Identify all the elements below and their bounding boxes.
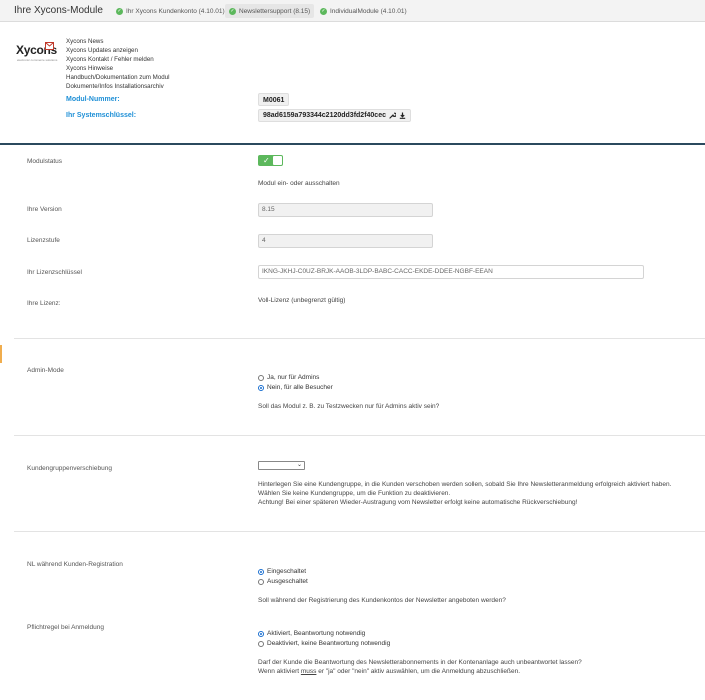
admin-mode-option-yes[interactable]: Ja, nur für Admins — [258, 374, 319, 381]
kundengruppe-help-1: Hinterlegen Sie eine Kundengruppe, in di… — [258, 481, 672, 488]
admin-mode-option-no[interactable]: Nein, für alle Besucher — [258, 384, 333, 391]
radio-button-selected[interactable] — [258, 568, 264, 575]
section-divider — [14, 531, 705, 532]
radio-label: Ja, nur für Admins — [267, 374, 320, 381]
pflichtregel-option-on[interactable]: Aktiviert, Beantwortung notwendig — [258, 630, 365, 637]
modulstatus-label: Modulstatus — [27, 158, 63, 165]
kundengruppe-help-3: Achtung! Bei einer späteren Wieder-Austr… — [258, 499, 578, 506]
radio-label: Aktiviert, Beantwortung notwendig — [267, 630, 366, 637]
lizenz-value: Voll-Lizenz (unbegrenzt gültig) — [258, 297, 346, 304]
section-marker — [0, 345, 2, 363]
tab-label: Newslettersupport (8.15) — [239, 7, 311, 15]
radio-button[interactable] — [258, 578, 264, 585]
chevron-down-icon: ⌄ — [296, 462, 302, 468]
check-circle-icon: ✓ — [229, 7, 236, 15]
lizenzstufe-label: Lizenzstufe — [27, 237, 60, 244]
tab-label: IndividualModule (4.10.01) — [330, 7, 407, 15]
system-key-label: Ihr Systemschlüssel: — [66, 112, 137, 119]
help-emphasis: muss — [300, 668, 317, 675]
system-key-value: 98ad6159a793344c2120dd3fd2f40cec — [258, 109, 411, 122]
radio-label: Nein, für alle Besucher — [267, 384, 333, 391]
nl-registration-label: NL während Kunden-Registration — [27, 561, 123, 568]
help-text: er "ja" oder "nein" aktiv auswählen, um … — [316, 668, 521, 675]
radio-button-selected[interactable] — [258, 630, 264, 637]
radio-label: Ausgeschaltet — [267, 578, 308, 585]
check-circle-icon: ✓ — [320, 7, 327, 15]
section-divider — [14, 338, 705, 339]
nl-registration-option-on[interactable]: Eingeschaltet — [258, 568, 306, 575]
admin-mode-label: Admin-Mode — [27, 367, 64, 374]
nl-registration-option-off[interactable]: Ausgeschaltet — [258, 578, 308, 585]
link-news[interactable]: Xycons News — [66, 37, 170, 46]
header-divider — [0, 143, 705, 145]
version-label: Ihre Version — [27, 206, 62, 213]
kundengruppe-label: Kundengruppenverschiebung — [27, 465, 112, 472]
radio-button[interactable] — [258, 374, 264, 381]
link-kontakt[interactable]: Xycons Kontakt / Fehler melden — [66, 55, 170, 64]
tab-label: Ihr Xycons Kundenkonto (4.10.01) — [126, 7, 225, 15]
nl-registration-help: Soll während der Registrierung des Kunde… — [258, 597, 506, 604]
kundengruppe-help-2: Wählen Sie keine Kundengruppe, um die Fu… — [258, 490, 451, 497]
modulstatus-toggle[interactable]: ✓ — [258, 155, 283, 166]
link-handbuch[interactable]: Handbuch/Dokumentation zum Modul — [66, 73, 170, 82]
link-updates[interactable]: Xycons Updates anzeigen — [66, 46, 170, 55]
wrench-icon[interactable] — [389, 112, 396, 119]
modulstatus-help: Modul ein- oder ausschalten — [258, 180, 340, 187]
pflichtregel-help-1: Darf der Kunde die Beantwortung des News… — [258, 659, 582, 666]
module-links: Xycons News Xycons Updates anzeigen Xyco… — [66, 37, 170, 91]
admin-mode-help: Soll das Modul z. B. zu Testzwecken nur … — [258, 403, 440, 410]
check-icon: ✓ — [263, 156, 270, 165]
module-number-label: Modul-Nummer: — [66, 96, 120, 103]
link-installationsarchiv[interactable]: Dokumente/Infos Installationsarchiv — [66, 82, 170, 91]
lizenz-label: Ihre Lizenz: — [27, 300, 61, 307]
pflichtregel-option-off[interactable]: Deaktiviert, keine Beantwortung notwendi… — [258, 640, 390, 647]
system-key-text: 98ad6159a793344c2120dd3fd2f40cec — [263, 112, 386, 119]
section-divider — [14, 435, 705, 436]
radio-label: Eingeschaltet — [267, 568, 307, 575]
logo-subtitle: electronic commerce solutions — [17, 58, 58, 62]
check-circle-icon: ✓ — [116, 7, 123, 15]
lizenzstufe-field[interactable]: 4 — [258, 234, 433, 248]
radio-label: Deaktiviert, keine Beantwortung notwendi… — [267, 640, 391, 647]
page-title: Ihre Xycons-Module — [14, 5, 103, 16]
version-field[interactable]: 8.15 — [258, 203, 433, 217]
tab-kundenkonto[interactable]: ✓ Ihr Xycons Kundenkonto (4.10.01) — [112, 4, 229, 18]
module-number-value: M0061 — [258, 93, 290, 106]
download-icon[interactable] — [399, 112, 406, 119]
envelope-icon — [45, 42, 54, 50]
radio-button[interactable] — [258, 640, 264, 647]
pflichtregel-help-2: Wenn aktiviert muss er "ja" oder "nein" … — [258, 668, 520, 675]
help-text: Wenn aktiviert — [258, 668, 301, 675]
tab-newslettersupport[interactable]: ✓ Newslettersupport (8.15) — [225, 4, 315, 18]
radio-button-selected[interactable] — [258, 384, 264, 391]
kundengruppe-select[interactable]: ⌄ — [258, 461, 305, 470]
toggle-knob — [273, 156, 282, 165]
tab-individualmodule[interactable]: ✓ IndividualModule (4.10.01) — [316, 4, 411, 18]
lizenzschluessel-label: Ihr Lizenzschlüssel — [27, 269, 82, 276]
pflichtregel-label: Pflichtregel bei Anmeldung — [27, 624, 104, 631]
lizenzschluessel-field[interactable]: IKNG-JKHJ-C0UZ-BRJK-AAOB-3LDP-BABC-CACC-… — [258, 265, 644, 279]
link-hinweise[interactable]: Xycons Hinweise — [66, 64, 170, 73]
